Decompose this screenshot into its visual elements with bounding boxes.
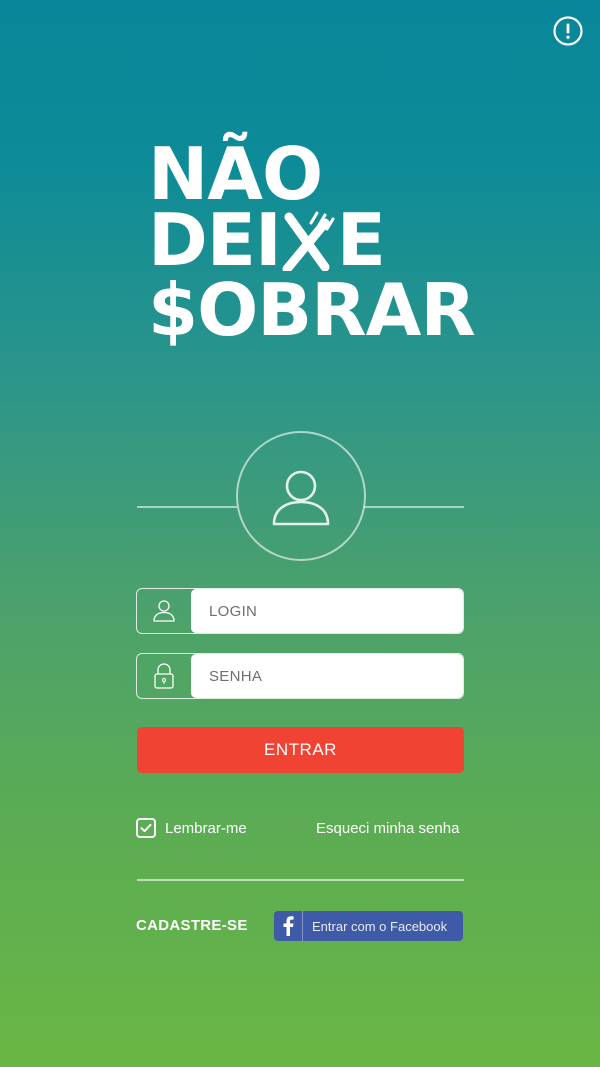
password-input[interactable] [191,666,463,686]
remember-me-checkbox[interactable] [136,818,156,838]
logo-line-3: $OBRAR [148,268,476,352]
divider [137,879,464,881]
lock-icon [154,663,174,689]
facebook-icon-box [274,911,303,941]
login-field-icon-box [137,589,191,633]
info-circle-icon [553,16,583,46]
logo-line-2: DEI E [148,198,386,282]
password-field-icon-box [137,654,191,698]
login-field [136,588,464,634]
avatar [236,431,366,561]
logo-text-sobrar: $OBRAR [148,268,476,352]
password-input-wrap [191,654,463,698]
password-field [136,653,464,699]
avatar-divider-right [364,506,464,508]
login-input[interactable] [191,601,463,621]
remember-me-toggle[interactable]: Lembrar-me [136,818,247,838]
login-input-wrap [191,589,463,633]
logo-text-e: E [336,198,386,282]
app-logo: NÃO DEI E $OBRAR [148,130,476,350]
logo-text-dei: DEI [148,198,282,282]
user-icon [153,600,175,622]
user-avatar-icon [272,470,330,526]
facebook-icon [283,916,294,936]
enter-button[interactable]: ENTRAR [137,727,464,773]
avatar-divider-left [137,506,237,508]
signup-link[interactable]: CADASTRE-SE [136,917,248,934]
remember-me-label: Lembrar-me [165,819,247,837]
knife-fork-icon [281,210,337,274]
enter-button-label: ENTRAR [264,740,337,759]
info-button[interactable] [553,16,583,46]
forgot-password-link[interactable]: Esqueci minha senha [316,820,459,837]
facebook-login-button[interactable]: Entrar com o Facebook [274,911,463,941]
facebook-login-label: Entrar com o Facebook [312,918,448,934]
checkmark-icon [140,823,152,833]
